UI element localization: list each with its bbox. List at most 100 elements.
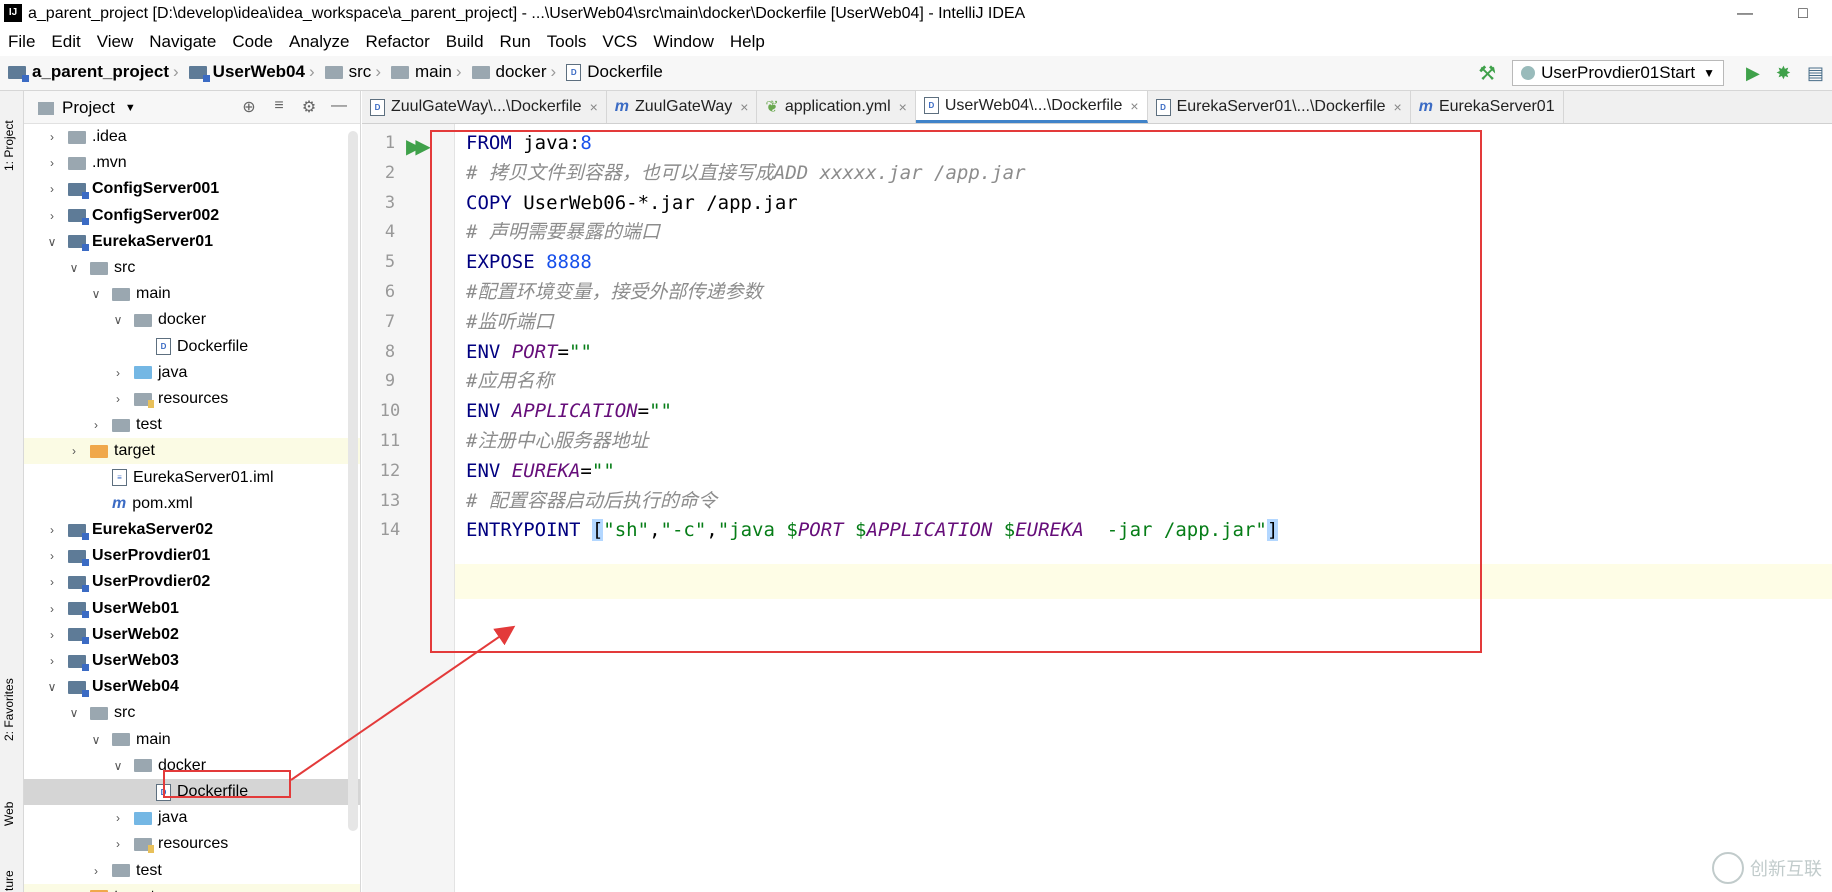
- editor-tab[interactable]: D ZuulGateWay\...\Dockerfile ×: [362, 91, 607, 123]
- build-hammer-icon[interactable]: ⚒: [1478, 61, 1496, 86]
- menu-code[interactable]: Code: [224, 32, 281, 52]
- tree-item[interactable]: ∨ src: [24, 255, 360, 281]
- breadcrumb-item[interactable]: src ›: [324, 62, 385, 82]
- menu-help[interactable]: Help: [722, 32, 773, 52]
- tree-item[interactable]: › ConfigServer002: [24, 203, 360, 229]
- tree-item[interactable]: › UserWeb02: [24, 622, 360, 648]
- close-icon[interactable]: ×: [590, 99, 598, 115]
- chevron-right-icon[interactable]: ›: [44, 549, 60, 563]
- editor-tab[interactable]: m ZuulGateWay ×: [607, 91, 758, 123]
- breadcrumb-item[interactable]: docker ›: [471, 62, 561, 82]
- tree-item[interactable]: › UserProvdier02: [24, 569, 360, 595]
- menu-vcs[interactable]: VCS: [594, 32, 645, 52]
- tree-item[interactable]: › .idea: [24, 124, 360, 150]
- chevron-right-icon[interactable]: ›: [44, 602, 60, 616]
- chevron-right-icon[interactable]: ›: [110, 837, 126, 851]
- tree-item[interactable]: ›target: [24, 883, 360, 892]
- chevron-right-icon[interactable]: ›: [44, 628, 60, 642]
- chevron-right-icon[interactable]: ›: [44, 654, 60, 668]
- chevron-down-icon[interactable]: ∨: [44, 235, 60, 249]
- breadcrumb-item[interactable]: D Dockerfile: [566, 62, 663, 82]
- editor-tab[interactable]: D EurekaServer01\...\Dockerfile ×: [1148, 91, 1411, 123]
- chevron-down-icon[interactable]: ∨: [88, 287, 104, 301]
- chevron-right-icon[interactable]: ›: [110, 366, 126, 380]
- chevron-down-icon[interactable]: ∨: [110, 313, 126, 327]
- breadcrumb-item[interactable]: main ›: [390, 62, 466, 82]
- chevron-right-icon[interactable]: ›: [44, 130, 60, 144]
- tree-item[interactable]: ›mpom.xml: [24, 491, 360, 517]
- tree-item[interactable]: ›DDockerfile: [24, 334, 360, 360]
- tree-item[interactable]: ∨ main: [24, 727, 360, 753]
- close-icon[interactable]: ×: [740, 99, 748, 115]
- menu-build[interactable]: Build: [438, 32, 492, 52]
- tree-item[interactable]: ∨ src: [24, 700, 360, 726]
- editor-tab[interactable]: D UserWeb04\...\Dockerfile ×: [915, 91, 1148, 123]
- chevron-down-icon[interactable]: ∨: [66, 706, 82, 720]
- chevron-right-icon[interactable]: ›: [44, 209, 60, 223]
- tree-item[interactable]: › UserWeb01: [24, 596, 360, 622]
- menu-window[interactable]: Window: [645, 32, 721, 52]
- close-icon[interactable]: ×: [1394, 99, 1402, 115]
- favorites-tool-tab[interactable]: 2: Favorites: [2, 678, 16, 741]
- menu-tools[interactable]: Tools: [539, 32, 595, 52]
- minimize-button[interactable]: —: [1716, 0, 1774, 28]
- chevron-right-icon[interactable]: ›: [66, 444, 82, 458]
- tree-item[interactable]: ∨ UserWeb04: [24, 674, 360, 700]
- chevron-down-icon[interactable]: ∨: [66, 261, 82, 275]
- chevron-right-icon[interactable]: ›: [88, 418, 104, 432]
- tree-item[interactable]: ›target: [24, 438, 360, 465]
- chevron-right-icon[interactable]: ›: [88, 864, 104, 878]
- breadcrumb-item[interactable]: a_parent_project ›: [8, 62, 183, 82]
- menu-file[interactable]: File: [0, 32, 43, 52]
- tree-item[interactable]: ∨ main: [24, 281, 360, 307]
- editor-tab[interactable]: mEurekaServer01×: [1411, 91, 1564, 123]
- chevron-right-icon[interactable]: ›: [110, 811, 126, 825]
- breadcrumb-item[interactable]: UserWeb04 ›: [188, 62, 319, 82]
- chevron-down-icon[interactable]: ∨: [88, 733, 104, 747]
- tree-item[interactable]: › test: [24, 858, 360, 884]
- chevron-right-icon[interactable]: ›: [44, 523, 60, 537]
- chevron-right-icon[interactable]: ›: [44, 156, 60, 170]
- editor-tab[interactable]: ❦ application.yml ×: [757, 91, 916, 123]
- tree-scrollbar[interactable]: [348, 131, 358, 831]
- run-configuration-select[interactable]: UserProvdier01Start ▼: [1512, 60, 1725, 86]
- project-tool-tab[interactable]: 1: Project: [2, 120, 16, 171]
- tree-item[interactable]: › java: [24, 360, 360, 386]
- web-tool-tab[interactable]: Web: [2, 802, 16, 826]
- tree-item[interactable]: › test: [24, 412, 360, 438]
- chevron-down-icon[interactable]: ∨: [44, 680, 60, 694]
- debug-icon[interactable]: ✸: [1776, 63, 1791, 84]
- close-icon[interactable]: ×: [1130, 98, 1138, 114]
- locate-icon[interactable]: ⊕: [238, 97, 260, 117]
- menu-navigate[interactable]: Navigate: [141, 32, 224, 52]
- tree-item[interactable]: › resources: [24, 831, 360, 857]
- coverage-icon[interactable]: ▤: [1807, 63, 1824, 84]
- close-icon[interactable]: ×: [899, 99, 907, 115]
- menu-refactor[interactable]: Refactor: [357, 32, 437, 52]
- menu-analyze[interactable]: Analyze: [281, 32, 357, 52]
- tree-item[interactable]: › .mvn: [24, 150, 360, 176]
- chevron-right-icon[interactable]: ›: [44, 182, 60, 196]
- tree-item[interactable]: ∨ docker: [24, 307, 360, 333]
- structure-tool-tab[interactable]: ture: [2, 870, 16, 891]
- chevron-right-icon[interactable]: ›: [110, 392, 126, 406]
- tree-item[interactable]: ›≡EurekaServer01.iml: [24, 465, 360, 491]
- tree-item[interactable]: › ConfigServer001: [24, 176, 360, 202]
- collapse-all-icon[interactable]: ≡: [268, 97, 290, 117]
- tree-item[interactable]: › java: [24, 805, 360, 831]
- menu-edit[interactable]: Edit: [43, 32, 88, 52]
- tree-item[interactable]: ∨ EurekaServer01: [24, 229, 360, 255]
- chevron-down-icon[interactable]: ∨: [110, 759, 126, 773]
- menu-view[interactable]: View: [89, 32, 142, 52]
- maximize-button[interactable]: □: [1774, 0, 1832, 28]
- hide-icon[interactable]: —: [328, 97, 350, 117]
- project-view-selector[interactable]: Project ▼: [38, 98, 136, 118]
- gear-icon[interactable]: ⚙: [298, 97, 320, 117]
- run-icon[interactable]: ▶: [1746, 63, 1760, 84]
- tree-item[interactable]: › UserProvdier01: [24, 543, 360, 569]
- tree-item[interactable]: › EurekaServer02: [24, 517, 360, 543]
- chevron-right-icon[interactable]: ›: [44, 575, 60, 589]
- tree-item[interactable]: › resources: [24, 386, 360, 412]
- menu-run[interactable]: Run: [492, 32, 539, 52]
- tree-item[interactable]: › UserWeb03: [24, 648, 360, 674]
